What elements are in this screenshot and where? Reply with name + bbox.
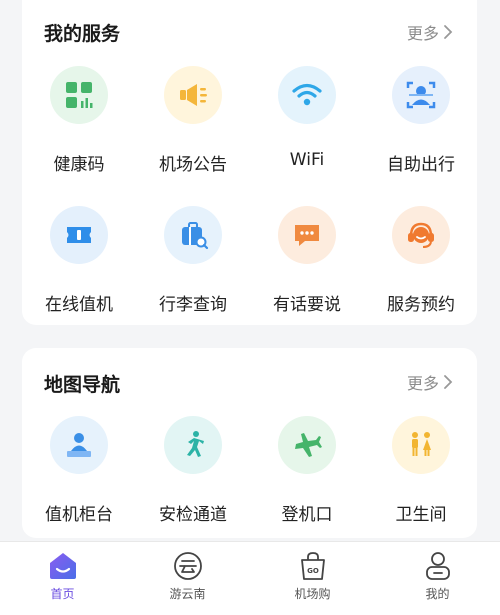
service-self-travel[interactable]: 自助出行 <box>364 66 478 175</box>
service-label: 有话要说 <box>273 295 341 315</box>
map-label: 登机口 <box>281 505 333 525</box>
service-label: 行李查询 <box>159 295 227 315</box>
service-health-code[interactable]: 健康码 <box>22 66 136 175</box>
service-label: 服务预约 <box>387 295 455 315</box>
map-label: 卫生间 <box>395 505 447 525</box>
my-services-card: 我的服务 更多 健康码 机场公告 WiFi 自助出行 在线值机 行李查询 有话要… <box>22 0 477 325</box>
svg-text:GO: GO <box>307 567 319 575</box>
tab-label: 机场购 <box>294 587 331 601</box>
check-in-counter-icon-bg <box>50 416 108 474</box>
health-code-icon <box>66 82 93 108</box>
map-navigation-card: 地图导航 更多 值机柜台 安检通道 登机口 卫生间 <box>22 348 477 538</box>
shopping-bag-icon: GO <box>300 552 325 580</box>
service-feedback[interactable]: 有话要说 <box>250 206 364 315</box>
check-in-counter-icon <box>67 433 91 457</box>
airplane-icon <box>295 433 322 457</box>
face-scan-icon <box>406 81 436 109</box>
profile-icon <box>425 552 450 580</box>
luggage-search-icon-bg <box>164 206 222 264</box>
tab-mine[interactable]: 我的 <box>375 542 500 615</box>
chat-icon-bg <box>278 206 336 264</box>
megaphone-icon-bg <box>164 66 222 124</box>
map-label: 值机柜台 <box>45 505 113 525</box>
services-title: 我的服务 <box>44 23 121 45</box>
service-label: 健康码 <box>53 155 105 175</box>
service-booking[interactable]: 服务预约 <box>364 206 478 315</box>
yunnan-icon <box>173 552 202 580</box>
service-label: 机场公告 <box>159 155 227 175</box>
chat-icon <box>295 225 319 246</box>
service-wifi[interactable]: WiFi <box>250 66 364 170</box>
home-icon <box>49 553 76 579</box>
luggage-search-icon <box>182 222 209 250</box>
restroom-icon <box>412 432 431 456</box>
tab-home[interactable]: 首页 <box>0 542 125 615</box>
map-label: 安检通道 <box>159 505 227 525</box>
tab-label: 首页 <box>50 587 75 601</box>
map-security-check[interactable]: 安检通道 <box>136 416 250 525</box>
map-checkin-counter[interactable]: 值机柜台 <box>22 416 136 525</box>
service-label: 在线值机 <box>45 295 113 315</box>
bottom-tab-bar: 首页 游云南 GO 机场购 我的 <box>0 541 500 615</box>
wifi-icon <box>292 83 322 106</box>
tab-label: 我的 <box>425 587 450 601</box>
map-nav-title: 地图导航 <box>44 374 121 396</box>
ticket-icon <box>67 227 91 243</box>
map-restroom[interactable]: 卫生间 <box>364 416 478 525</box>
airplane-icon-bg <box>278 416 336 474</box>
running-person-icon <box>187 431 204 457</box>
service-label: 自助出行 <box>387 155 455 175</box>
restroom-icon-bg <box>392 416 450 474</box>
face-scan-icon-bg <box>392 66 450 124</box>
map-boarding-gate[interactable]: 登机口 <box>250 416 364 525</box>
headset-icon <box>408 222 434 248</box>
map-nav-more-label: 更多 <box>406 374 439 393</box>
service-online-checkin[interactable]: 在线值机 <box>22 206 136 315</box>
headset-icon-bg <box>392 206 450 264</box>
map-nav-more-link[interactable]: 更多 <box>407 370 453 394</box>
chevron-right-icon <box>444 375 453 389</box>
chevron-right-icon <box>444 25 453 39</box>
tab-airport-shop[interactable]: GO 机场购 <box>250 542 375 615</box>
tab-yunnan[interactable]: 游云南 <box>125 542 250 615</box>
health-code-icon-bg <box>50 66 108 124</box>
service-label: WiFi <box>289 150 325 170</box>
wifi-icon-bg <box>278 66 336 124</box>
tab-label: 游云南 <box>169 587 206 601</box>
service-announcement[interactable]: 机场公告 <box>136 66 250 175</box>
running-person-icon-bg <box>164 416 222 474</box>
ticket-icon-bg <box>50 206 108 264</box>
megaphone-icon <box>180 84 207 106</box>
services-more-label: 更多 <box>406 24 439 43</box>
services-more-link[interactable]: 更多 <box>407 20 453 44</box>
service-luggage-query[interactable]: 行李查询 <box>136 206 250 315</box>
